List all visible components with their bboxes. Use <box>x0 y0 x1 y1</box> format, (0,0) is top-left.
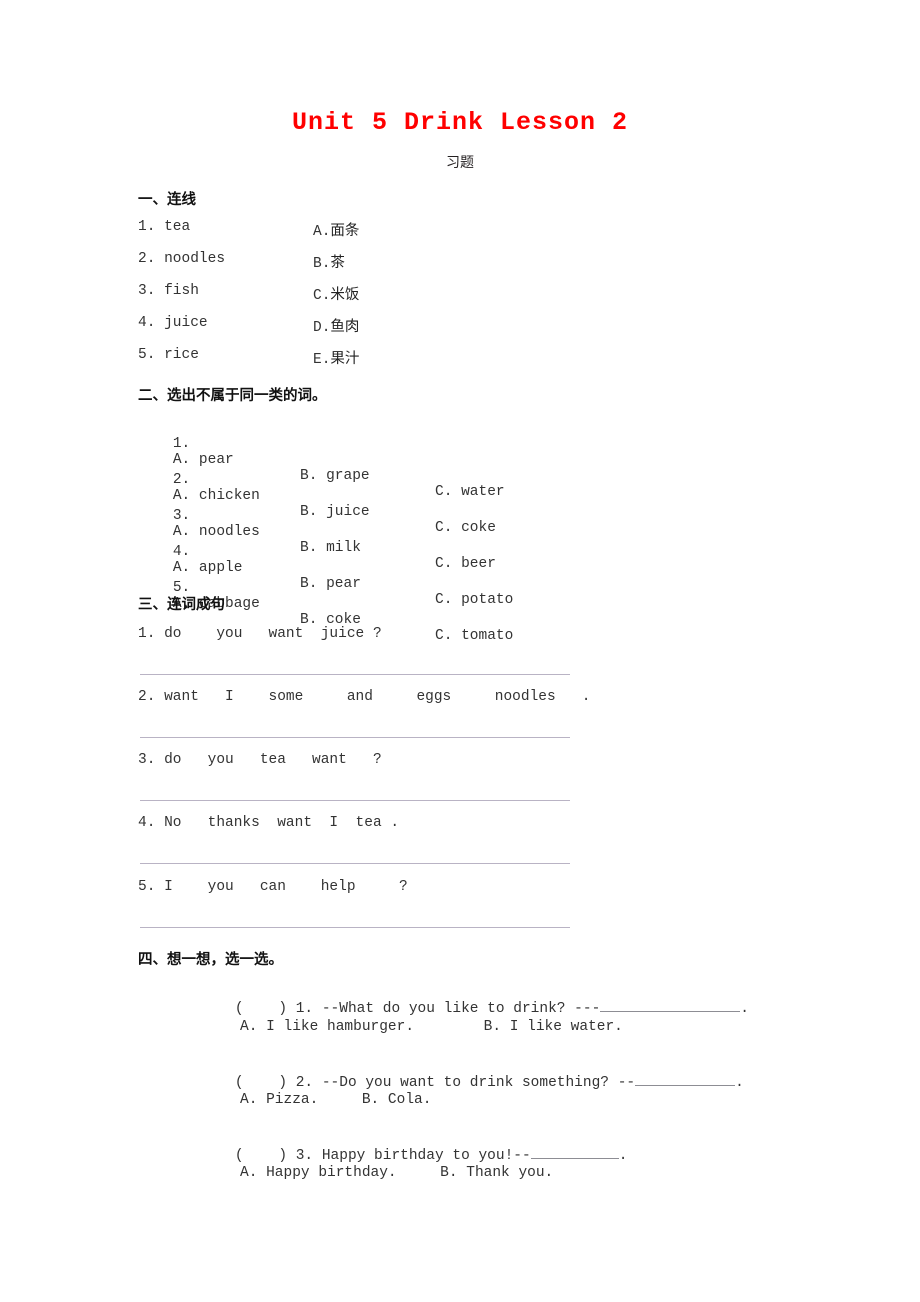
answer-bracket[interactable]: ( ) <box>235 1075 287 1091</box>
item-number: 3. <box>172 508 191 524</box>
match-right-label: C. <box>313 288 331 304</box>
answer-blank[interactable] <box>530 1145 619 1159</box>
item-number: 4. <box>172 544 191 560</box>
match-right-text: 果汁 <box>330 351 360 367</box>
answer-line[interactable] <box>140 800 570 801</box>
answer-line[interactable] <box>140 863 570 864</box>
match-right-text: 米饭 <box>330 287 360 303</box>
section-2-heading: 二、选出不属于同一类的词。 <box>138 388 327 404</box>
match-right-item: C.米饭 <box>313 283 359 304</box>
answer-line[interactable] <box>140 737 570 738</box>
question-tail: . <box>735 1075 744 1091</box>
match-right-label: A. <box>313 224 331 240</box>
match-right-text: 鱼肉 <box>330 319 360 335</box>
scramble-item: 3. do you tea want ? <box>138 752 382 768</box>
match-right-label: E. <box>313 352 331 368</box>
section-4-heading: 四、想一想，选一选。 <box>138 952 283 968</box>
match-right-item: E.果汁 <box>313 347 359 368</box>
match-right-text: 茶 <box>330 255 345 271</box>
choice-options[interactable]: A. I like hamburger. B. I like water. <box>240 1019 623 1035</box>
item-number: 1. <box>295 1001 314 1017</box>
match-right-item: A.面条 <box>313 219 359 240</box>
answer-blank[interactable] <box>600 998 741 1012</box>
choice-options[interactable]: A. Happy birthday. B. Thank you. <box>240 1165 553 1181</box>
match-left-item: 2. noodles <box>138 251 226 267</box>
match-left-item: 4. juice <box>138 315 208 331</box>
item-number: 2. <box>295 1075 314 1091</box>
section-1-heading: 一、连线 <box>138 192 196 208</box>
match-left-item: 5. rice <box>138 347 199 363</box>
scramble-item: 4. No thanks want I tea . <box>138 815 400 831</box>
match-right-label: D. <box>313 320 331 336</box>
question-tail: . <box>740 1001 749 1017</box>
item-number: 2. <box>172 472 191 488</box>
match-right-text: 面条 <box>330 223 360 239</box>
page-title: Unit 5 Drink Lesson 2 <box>291 108 629 137</box>
page-subtitle: 习题 <box>446 155 474 171</box>
worksheet-page: Unit 5 Drink Lesson 2 习题 一、连线 1. tea 2. … <box>0 0 920 1302</box>
choice-options[interactable]: A. Pizza. B. Cola. <box>240 1092 431 1108</box>
question-prompt: --What do you like to drink? --- <box>321 1001 601 1017</box>
match-left-item: 1. tea <box>138 219 191 235</box>
match-right-label: B. <box>313 256 331 272</box>
question-prompt: Happy birthday to you!-- <box>321 1148 531 1164</box>
match-right-item: B.茶 <box>313 251 345 272</box>
category-row: 5. A. cabbage B. coke C. tomato <box>138 564 738 660</box>
section-3-heading: 三、连词成句 <box>138 597 225 613</box>
answer-blank[interactable] <box>635 1072 736 1086</box>
item-number: 1. <box>172 436 191 452</box>
match-left-item: 3. fish <box>138 283 199 299</box>
scramble-item: 1. do you want juice ? <box>138 626 382 642</box>
answer-bracket[interactable]: ( ) <box>235 1001 287 1017</box>
scramble-item: 5. I you can help ? <box>138 879 408 895</box>
scramble-item: 2. want I some and eggs noodles . <box>138 689 591 705</box>
answer-line[interactable] <box>140 674 570 675</box>
match-right-item: D.鱼肉 <box>313 315 359 336</box>
question-tail: . <box>618 1148 628 1164</box>
option-c[interactable]: C. tomato <box>435 628 513 644</box>
item-number: 3. <box>295 1148 314 1164</box>
question-prompt: --Do you want to drink something? -- <box>321 1075 636 1091</box>
answer-bracket[interactable]: ( ) <box>235 1148 287 1164</box>
answer-line[interactable] <box>140 927 570 928</box>
